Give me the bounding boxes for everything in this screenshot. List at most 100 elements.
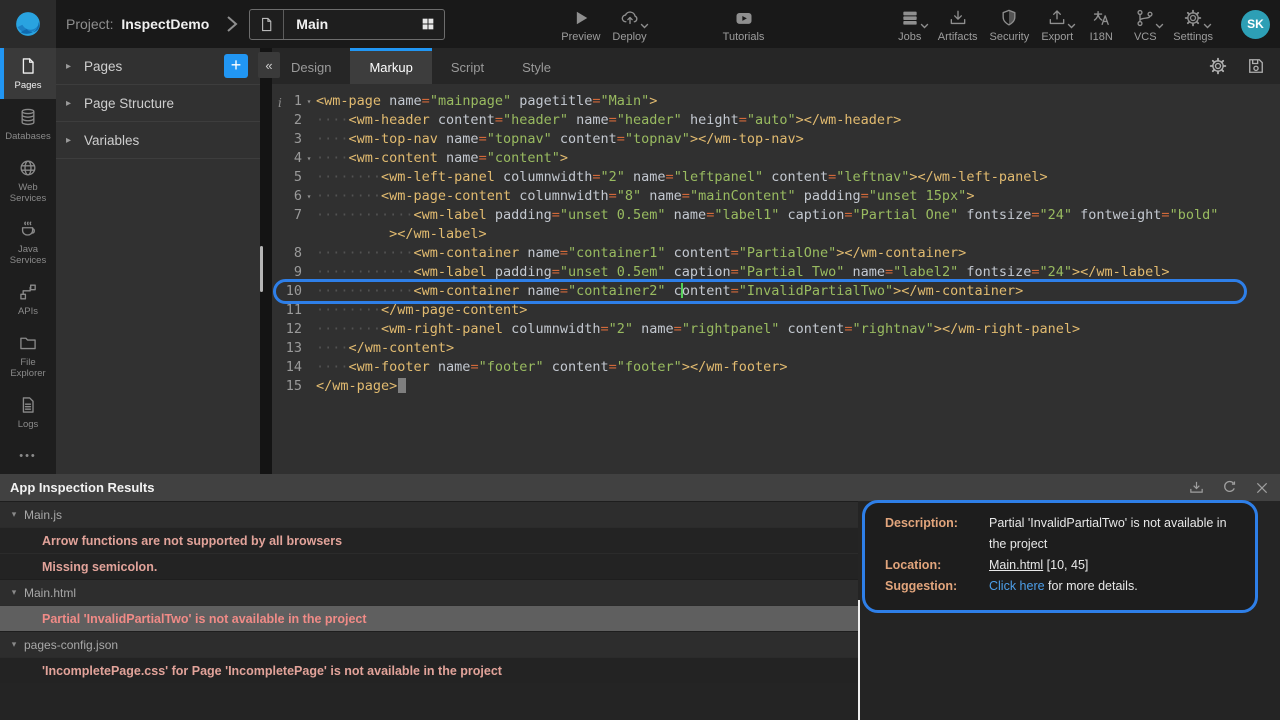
click-here-link[interactable]: Click here — [989, 579, 1045, 593]
tab-style[interactable]: Style — [503, 48, 570, 84]
download-icon[interactable] — [1188, 479, 1205, 496]
preview-button[interactable]: Preview — [555, 3, 606, 46]
fold-arrow-icon[interactable]: ▾ — [302, 149, 316, 168]
code-text: ········</wm-page-content> — [316, 301, 1280, 320]
code-text: ····<wm-header content="header" name="he… — [316, 111, 1280, 130]
code-line[interactable]: 13····</wm-content> — [272, 339, 1280, 358]
vcs-button[interactable]: VCS — [1123, 3, 1167, 46]
explorer-section-variables[interactable]: ▸Variables — [56, 122, 260, 159]
code-line[interactable]: 9············<wm-label padding="unset 0.… — [272, 263, 1280, 282]
sidebar-item-apis[interactable]: APIs — [0, 274, 56, 325]
artifacts-button[interactable]: Artifacts — [932, 3, 984, 46]
code-line[interactable]: ></wm-label> — [272, 225, 1280, 244]
code-line[interactable]: 2····<wm-header content="header" name="h… — [272, 111, 1280, 130]
code-line[interactable]: 10············<wm-container name="contai… — [272, 282, 1280, 301]
wavemaker-logo[interactable] — [0, 0, 56, 48]
deploy-button[interactable]: Deploy — [606, 3, 652, 46]
sidebar-item-logs[interactable]: Logs — [0, 387, 56, 438]
jobs-button[interactable]: Jobs — [888, 3, 932, 46]
expand-arrow-icon[interactable]: ▸ — [66, 98, 84, 109]
code-line[interactable]: 6▾········<wm-page-content columnwidth="… — [272, 187, 1280, 206]
code-text: ········<wm-left-panel columnwidth="2" n… — [316, 168, 1280, 187]
deploy-label: Deploy — [612, 31, 646, 43]
code-line[interactable]: 11········</wm-page-content> — [272, 301, 1280, 320]
panel-scrollbar-thumb[interactable] — [260, 246, 263, 292]
page-selector[interactable]: Main — [249, 9, 445, 40]
caret-down-icon — [1203, 23, 1212, 29]
expand-arrow-icon[interactable]: ▸ — [66, 61, 84, 72]
refresh-icon[interactable] — [1221, 479, 1238, 496]
add-page-button[interactable]: + — [224, 54, 248, 78]
play-icon — [571, 8, 591, 28]
tab-markup[interactable]: Markup — [350, 48, 431, 84]
caret-down-icon — [640, 23, 649, 29]
explorer-section-page-structure[interactable]: ▸Page Structure — [56, 85, 260, 122]
tab-script[interactable]: Script — [432, 48, 503, 84]
location-value: Main.html [10, 45] — [989, 555, 1237, 576]
line-number: 14 — [272, 358, 302, 377]
expand-arrow-icon[interactable]: ▸ — [66, 135, 84, 146]
code-line[interactable]: 1▾<wm-page name="mainpage" pagetitle="Ma… — [272, 92, 1280, 111]
inspection-group-main-html[interactable]: ▾Main.html — [0, 579, 858, 605]
code-text: ····</wm-content> — [316, 339, 1280, 358]
tutorials-button[interactable]: Tutorials — [717, 3, 771, 46]
fold-arrow-icon[interactable]: ▾ — [302, 187, 316, 206]
inspection-issue[interactable]: Missing semicolon. — [0, 553, 858, 579]
code-text: ········<wm-page-content columnwidth="8"… — [316, 187, 1280, 206]
inspection-issue[interactable]: 'IncompletePage.css' for Page 'Incomplet… — [0, 657, 858, 683]
grid-icon[interactable] — [412, 16, 444, 32]
code-line[interactable]: 8············<wm-container name="contain… — [272, 244, 1280, 263]
sidebar-item-databases[interactable]: Databases — [0, 99, 56, 150]
settings-label: Settings — [1173, 31, 1213, 43]
markup-settings-gear-icon[interactable] — [1208, 56, 1228, 76]
location-position: [10, 45] — [1047, 558, 1089, 572]
settings-button[interactable]: Settings — [1167, 3, 1219, 46]
cloud-upload-icon — [620, 8, 640, 28]
inspection-panel: App Inspection Results ▾Main.jsArrow fun… — [0, 474, 1280, 720]
i18n-label: I18N — [1090, 31, 1113, 43]
caret-down-icon — [920, 23, 929, 29]
location-file-link[interactable]: Main.html — [989, 558, 1043, 572]
caret-down-icon — [1155, 23, 1164, 29]
vcs-label: VCS — [1134, 31, 1157, 43]
explorer-section-pages[interactable]: ▸Pages+ — [56, 48, 260, 85]
project-indicator: Project: InspectDemo — [66, 16, 209, 32]
i18n-button[interactable]: I18N — [1079, 3, 1123, 46]
export-button[interactable]: Export — [1035, 3, 1079, 46]
save-icon[interactable] — [1246, 56, 1266, 76]
close-icon[interactable] — [1254, 480, 1270, 496]
code-line[interactable]: 4▾····<wm-content name="content"> — [272, 149, 1280, 168]
code-line[interactable]: 5········<wm-left-panel columnwidth="2" … — [272, 168, 1280, 187]
sidebar-item-file-explorer[interactable]: File Explorer — [0, 325, 56, 387]
code-text: ············<wm-label padding="unset 0.5… — [316, 263, 1280, 282]
sidebar-more-button[interactable]: ••• — [0, 450, 56, 462]
inspection-issue[interactable]: Partial 'InvalidPartialTwo' is not avail… — [0, 605, 858, 631]
export-icon — [1047, 8, 1067, 28]
tab-design[interactable]: Design — [272, 48, 350, 84]
code-text: ············<wm-container name="containe… — [316, 244, 1280, 263]
user-avatar[interactable]: SK — [1241, 10, 1270, 39]
collapse-panel-button[interactable]: « — [258, 52, 280, 78]
collapse-arrow-icon[interactable]: ▾ — [4, 587, 24, 598]
inspection-group-pages-config-json[interactable]: ▾pages-config.json — [0, 631, 858, 657]
code-line[interactable]: 7············<wm-label padding="unset 0.… — [272, 206, 1280, 225]
editor-tab-tools — [1208, 48, 1266, 84]
code-line[interactable]: 12········<wm-right-panel columnwidth="2… — [272, 320, 1280, 339]
inspection-issue[interactable]: Arrow functions are not supported by all… — [0, 527, 858, 553]
collapse-arrow-icon[interactable]: ▾ — [4, 639, 24, 650]
inspection-group-main-js[interactable]: ▾Main.js — [0, 501, 858, 527]
code-editor[interactable]: i 1▾<wm-page name="mainpage" pagetitle="… — [272, 84, 1280, 474]
fold-gutter — [302, 263, 316, 282]
security-button[interactable]: Security — [984, 3, 1036, 46]
folder-icon — [18, 333, 38, 353]
code-line[interactable]: 3····<wm-top-nav name="topnav" content="… — [272, 130, 1280, 149]
sidebar-item-web-services[interactable]: Web Services — [0, 150, 56, 212]
fold-arrow-icon[interactable]: ▾ — [302, 92, 316, 111]
collapse-arrow-icon[interactable]: ▾ — [4, 509, 24, 520]
chevron-right-icon[interactable] — [225, 14, 239, 34]
sidebar-item-java-services[interactable]: Java Services — [0, 212, 56, 274]
sidebar-item-pages[interactable]: Pages — [0, 48, 56, 99]
topbar-utility-actions: JobsArtifactsSecurityExport I18N VCS Settin… — [888, 3, 1219, 46]
code-line[interactable]: 15</wm-page> — [272, 377, 1280, 396]
code-line[interactable]: 14····<wm-footer name="footer" content="… — [272, 358, 1280, 377]
